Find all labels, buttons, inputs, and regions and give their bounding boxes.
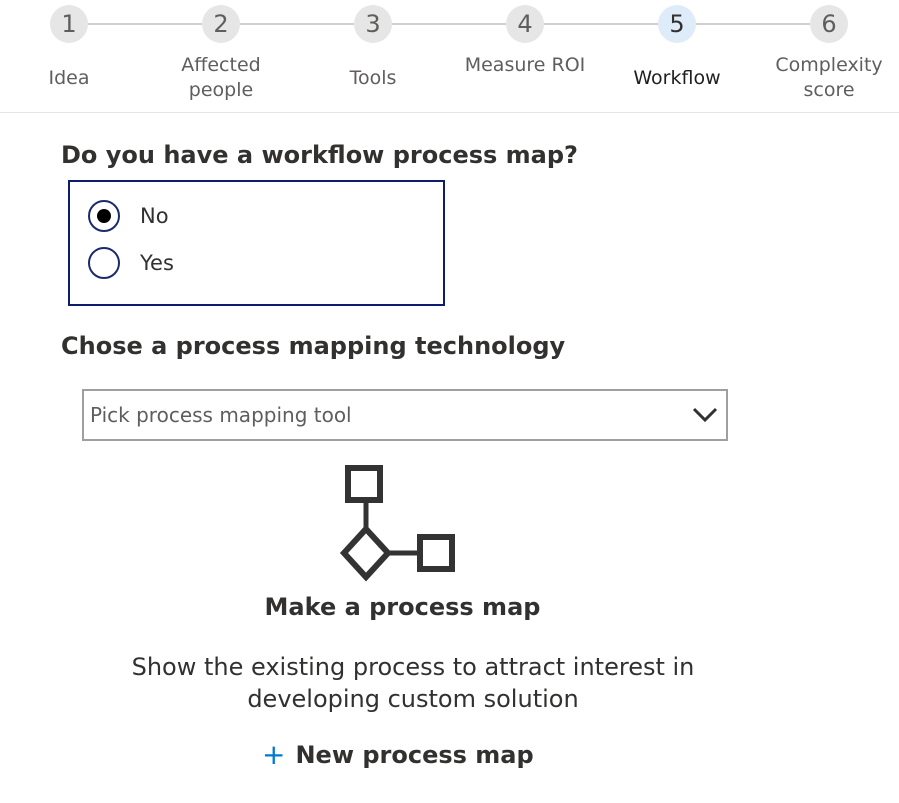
process-map-icon	[339, 465, 455, 582]
radio-label-no: No	[140, 204, 169, 228]
step-5-circle[interactable]: 5	[658, 5, 696, 43]
step-3-label: Tools	[349, 67, 397, 89]
chevron-down-icon	[692, 407, 718, 423]
dropdown-placeholder: Pick process mapping tool	[90, 403, 352, 427]
radio-button[interactable]	[88, 247, 120, 279]
step-connector	[544, 23, 658, 25]
step-2-circle[interactable]: 2	[202, 5, 240, 43]
step-connector	[392, 23, 506, 25]
process-tool-dropdown[interactable]: Pick process mapping tool	[82, 389, 728, 441]
radio-label-yes: Yes	[140, 251, 174, 275]
step-1-label: Idea	[48, 67, 90, 89]
radio-option-no[interactable]: No	[88, 199, 169, 233]
step-2-label: Affected people	[181, 54, 261, 101]
step-6-circle[interactable]: 6	[810, 5, 848, 43]
step-connector	[240, 23, 354, 25]
technology-question-heading: Chose a process mapping technology	[61, 332, 566, 360]
new-process-map-button[interactable]: + New process map	[262, 739, 534, 771]
workflow-question-heading: Do you have a workflow process map?	[61, 141, 578, 169]
radio-button-checked[interactable]	[88, 200, 120, 232]
step-3-circle[interactable]: 3	[354, 5, 392, 43]
progress-stepper: 1 2 3 4 5 6 Idea Affected people Tools M…	[0, 0, 899, 113]
step-1-circle[interactable]: 1	[50, 5, 88, 43]
step-connector	[88, 23, 202, 25]
empty-state-title: Make a process map	[264, 593, 541, 621]
empty-state-description: Show the existing process to attract int…	[131, 653, 695, 713]
step-4-label: Measure ROI	[464, 54, 586, 76]
step-5-label: Workflow	[633, 67, 721, 89]
step-connector	[696, 23, 810, 25]
step-6-label: Complexity score	[775, 54, 883, 101]
step-4-circle[interactable]: 4	[506, 5, 544, 43]
radio-option-yes[interactable]: Yes	[88, 246, 174, 280]
new-process-map-label: New process map	[295, 741, 534, 769]
workflow-radio-group: No Yes	[68, 180, 445, 306]
plus-icon: +	[262, 738, 286, 771]
